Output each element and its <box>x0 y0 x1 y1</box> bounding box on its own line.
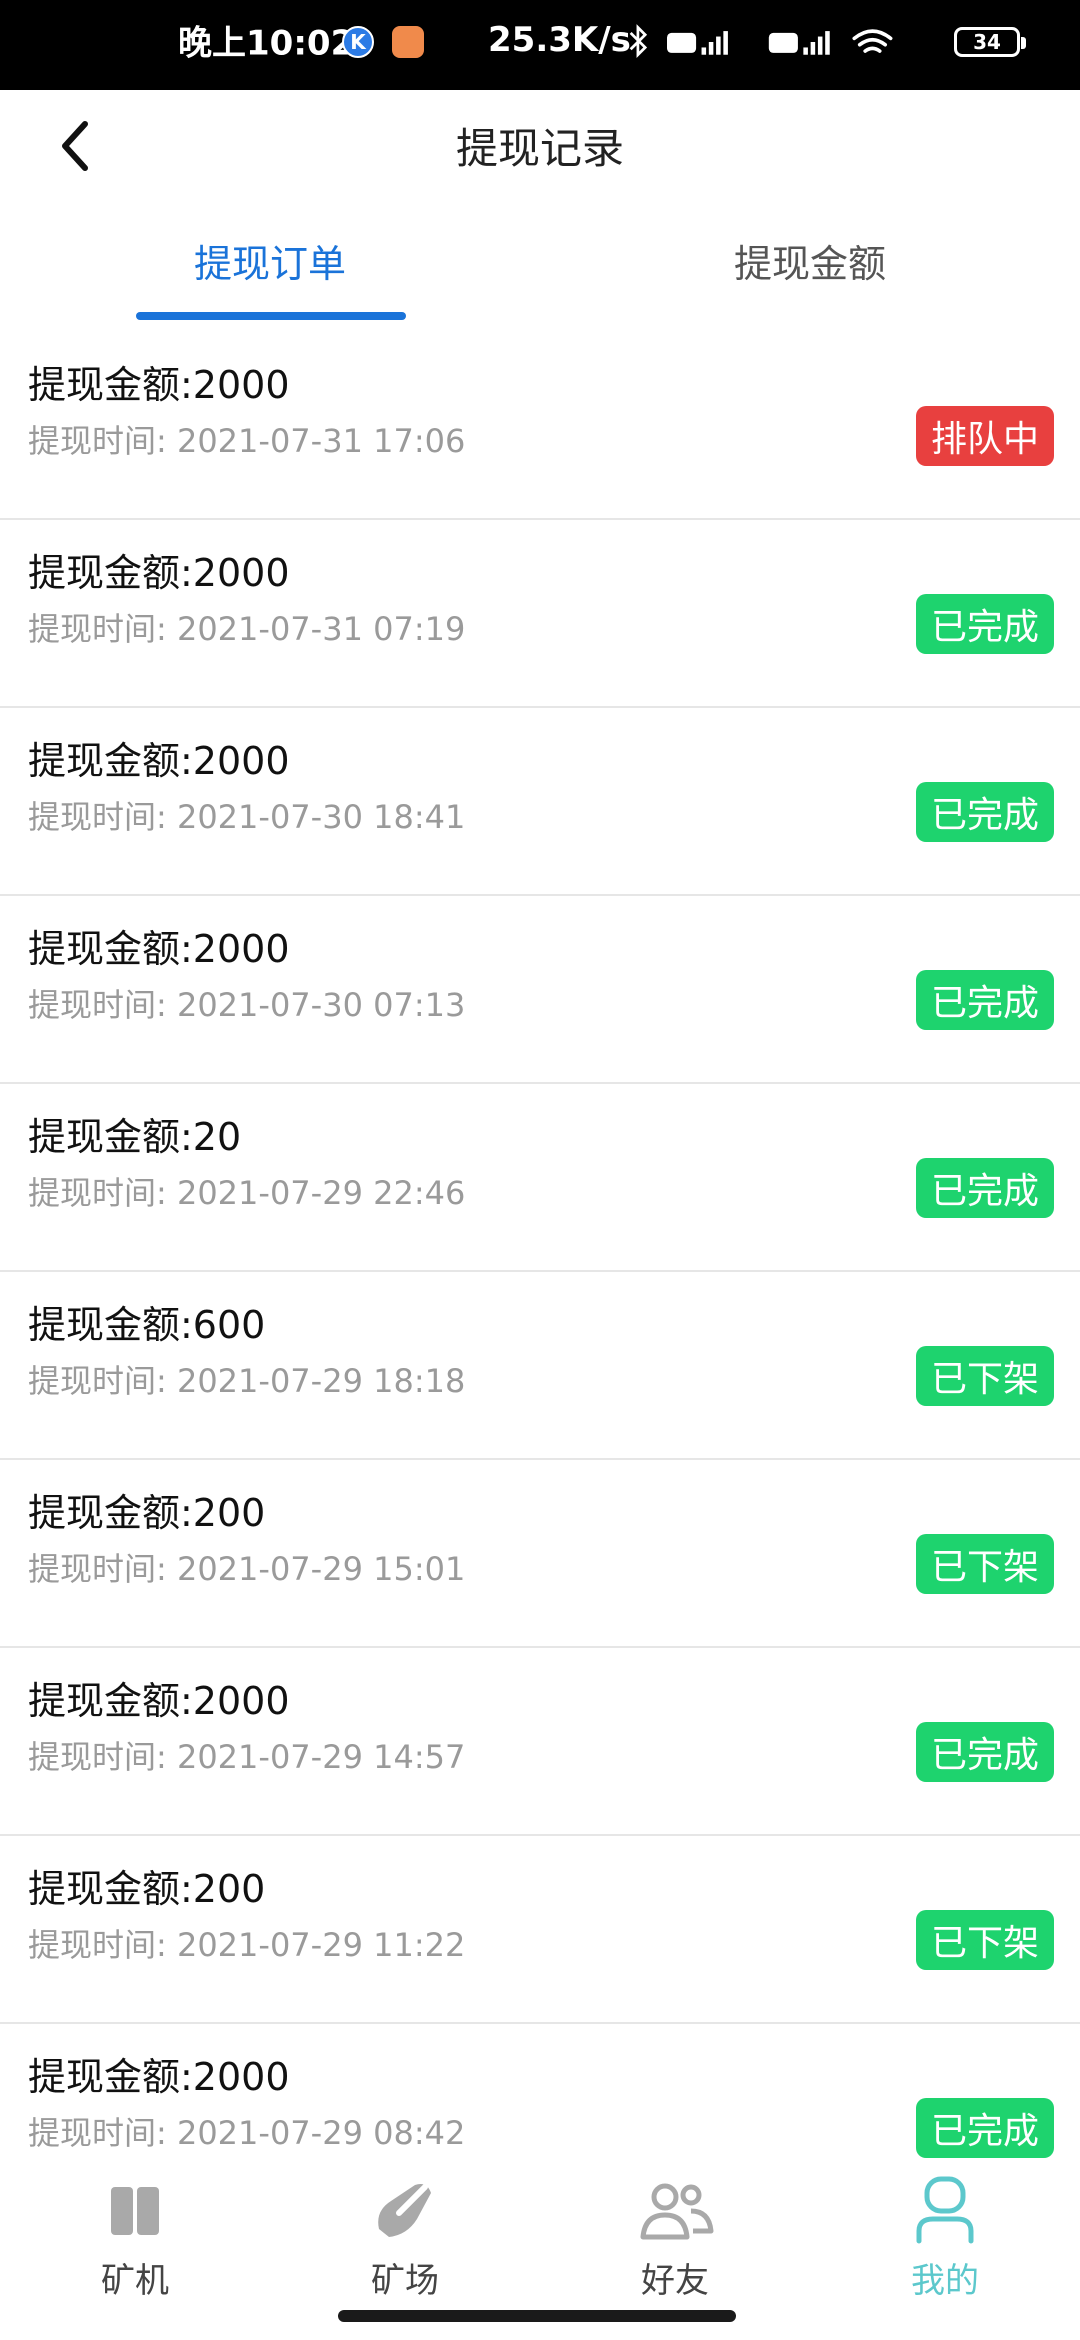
withdraw-record-list: 提现金额:2000 提现时间: 2021-07-31 17:06 排队中 提现金… <box>0 332 1080 2212</box>
hd-2-icon <box>768 32 798 53</box>
nav-label: 好友 <box>641 2261 709 2301</box>
app-screen: 晚上10:02 K 25.3K/s 34 提现记录 提现订单 提现金额 提现金额… <box>0 0 1080 2340</box>
record-amount: 提现金额:200 <box>28 1491 266 1535</box>
record-time: 提现时间: 2021-07-29 11:22 <box>28 1926 466 1964</box>
pickaxe-icon <box>365 2172 445 2249</box>
bluetooth-icon <box>629 24 648 59</box>
cell-signal-2-icon <box>803 31 830 55</box>
back-button[interactable] <box>50 118 100 174</box>
wifi-icon <box>852 29 893 53</box>
active-tab-indicator <box>136 312 406 320</box>
record-row[interactable]: 提现金额:600 提现时间: 2021-07-29 18:18 已下架 <box>0 1272 1080 1460</box>
nav-label: 矿场 <box>371 2261 439 2301</box>
record-row[interactable]: 提现金额:20 提现时间: 2021-07-29 22:46 已完成 <box>0 1084 1080 1272</box>
nav-label: 矿机 <box>101 2261 169 2301</box>
record-time: 提现时间: 2021-07-29 08:42 <box>28 2114 466 2152</box>
app-k-notification-icon: K <box>342 26 374 58</box>
page-title: 提现记录 <box>455 123 624 173</box>
record-time: 提现时间: 2021-07-29 22:46 <box>28 1174 466 1212</box>
miner-icon <box>95 2172 175 2249</box>
nav-profile[interactable]: 我的 <box>810 2172 1080 2302</box>
record-time: 提现时间: 2021-07-30 18:41 <box>28 798 466 836</box>
record-time: 提现时间: 2021-07-30 07:13 <box>28 986 466 1024</box>
record-row[interactable]: 提现金额:2000 提现时间: 2021-07-30 18:41 已完成 <box>0 708 1080 896</box>
record-amount: 提现金额:2000 <box>28 1679 290 1723</box>
status-badge: 已完成 <box>916 782 1054 842</box>
tab-withdraw-orders[interactable]: 提现订单 <box>0 200 540 320</box>
signal-icons <box>629 24 893 59</box>
record-amount: 提现金额:2000 <box>28 2055 290 2099</box>
status-badge: 已完成 <box>916 594 1054 654</box>
battery-indicator: 34 <box>954 27 1026 57</box>
record-row[interactable]: 提现金额:2000 提现时间: 2021-07-31 07:19 已完成 <box>0 520 1080 708</box>
home-indicator[interactable] <box>338 2310 736 2322</box>
record-row[interactable]: 提现金额:200 提现时间: 2021-07-29 15:01 已下架 <box>0 1460 1080 1648</box>
hd-icon <box>667 32 697 53</box>
record-row[interactable]: 提现金额:2000 提现时间: 2021-07-30 07:13 已完成 <box>0 896 1080 1084</box>
status-bar: 晚上10:02 K 25.3K/s 34 <box>0 0 1080 90</box>
status-badge: 已完成 <box>916 1722 1054 1782</box>
profile-icon <box>905 2172 985 2249</box>
record-time: 提现时间: 2021-07-29 14:57 <box>28 1738 466 1776</box>
record-row[interactable]: 提现金额:200 提现时间: 2021-07-29 11:22 已下架 <box>0 1836 1080 2024</box>
record-time: 提现时间: 2021-07-31 07:19 <box>28 610 466 648</box>
chevron-left-icon <box>62 121 88 171</box>
tab-bar: 提现订单 提现金额 <box>0 200 1080 320</box>
top-bar: 提现记录 <box>0 90 1080 200</box>
status-badge: 已完成 <box>916 970 1054 1030</box>
record-amount: 提现金额:2000 <box>28 551 290 595</box>
status-badge: 排队中 <box>916 406 1054 466</box>
app-notification-icon <box>392 26 424 58</box>
nav-mine-field[interactable]: 矿场 <box>270 2172 540 2302</box>
record-time: 提现时间: 2021-07-29 18:18 <box>28 1362 466 1400</box>
cell-signal-1-icon <box>701 31 728 55</box>
status-badge: 已下架 <box>916 1534 1054 1594</box>
record-amount: 提现金额:2000 <box>28 363 290 407</box>
friends-icon <box>635 2172 715 2249</box>
record-amount: 提现金额:600 <box>28 1303 266 1347</box>
record-row[interactable]: 提现金额:2000 提现时间: 2021-07-29 14:57 已完成 <box>0 1648 1080 1836</box>
record-amount: 提现金额:20 <box>28 1115 242 1159</box>
nav-miner[interactable]: 矿机 <box>0 2172 270 2302</box>
status-badge: 已下架 <box>916 1346 1054 1406</box>
record-time: 提现时间: 2021-07-29 15:01 <box>28 1550 466 1588</box>
record-amount: 提现金额:200 <box>28 1867 266 1911</box>
status-badge: 已完成 <box>916 2098 1054 2158</box>
record-amount: 提现金额:2000 <box>28 927 290 971</box>
status-badge: 已下架 <box>916 1910 1054 1970</box>
record-amount: 提现金额:2000 <box>28 739 290 783</box>
nav-label: 我的 <box>911 2261 979 2301</box>
network-speed: 25.3K/s <box>488 20 631 60</box>
status-badge: 已完成 <box>916 1158 1054 1218</box>
nav-friends[interactable]: 好友 <box>540 2172 810 2302</box>
record-time: 提现时间: 2021-07-31 17:06 <box>28 422 466 460</box>
record-row[interactable]: 提现金额:2000 提现时间: 2021-07-31 17:06 排队中 <box>0 332 1080 520</box>
status-time: 晚上10:02 <box>178 23 355 64</box>
tab-withdraw-amount[interactable]: 提现金额 <box>540 200 1080 320</box>
